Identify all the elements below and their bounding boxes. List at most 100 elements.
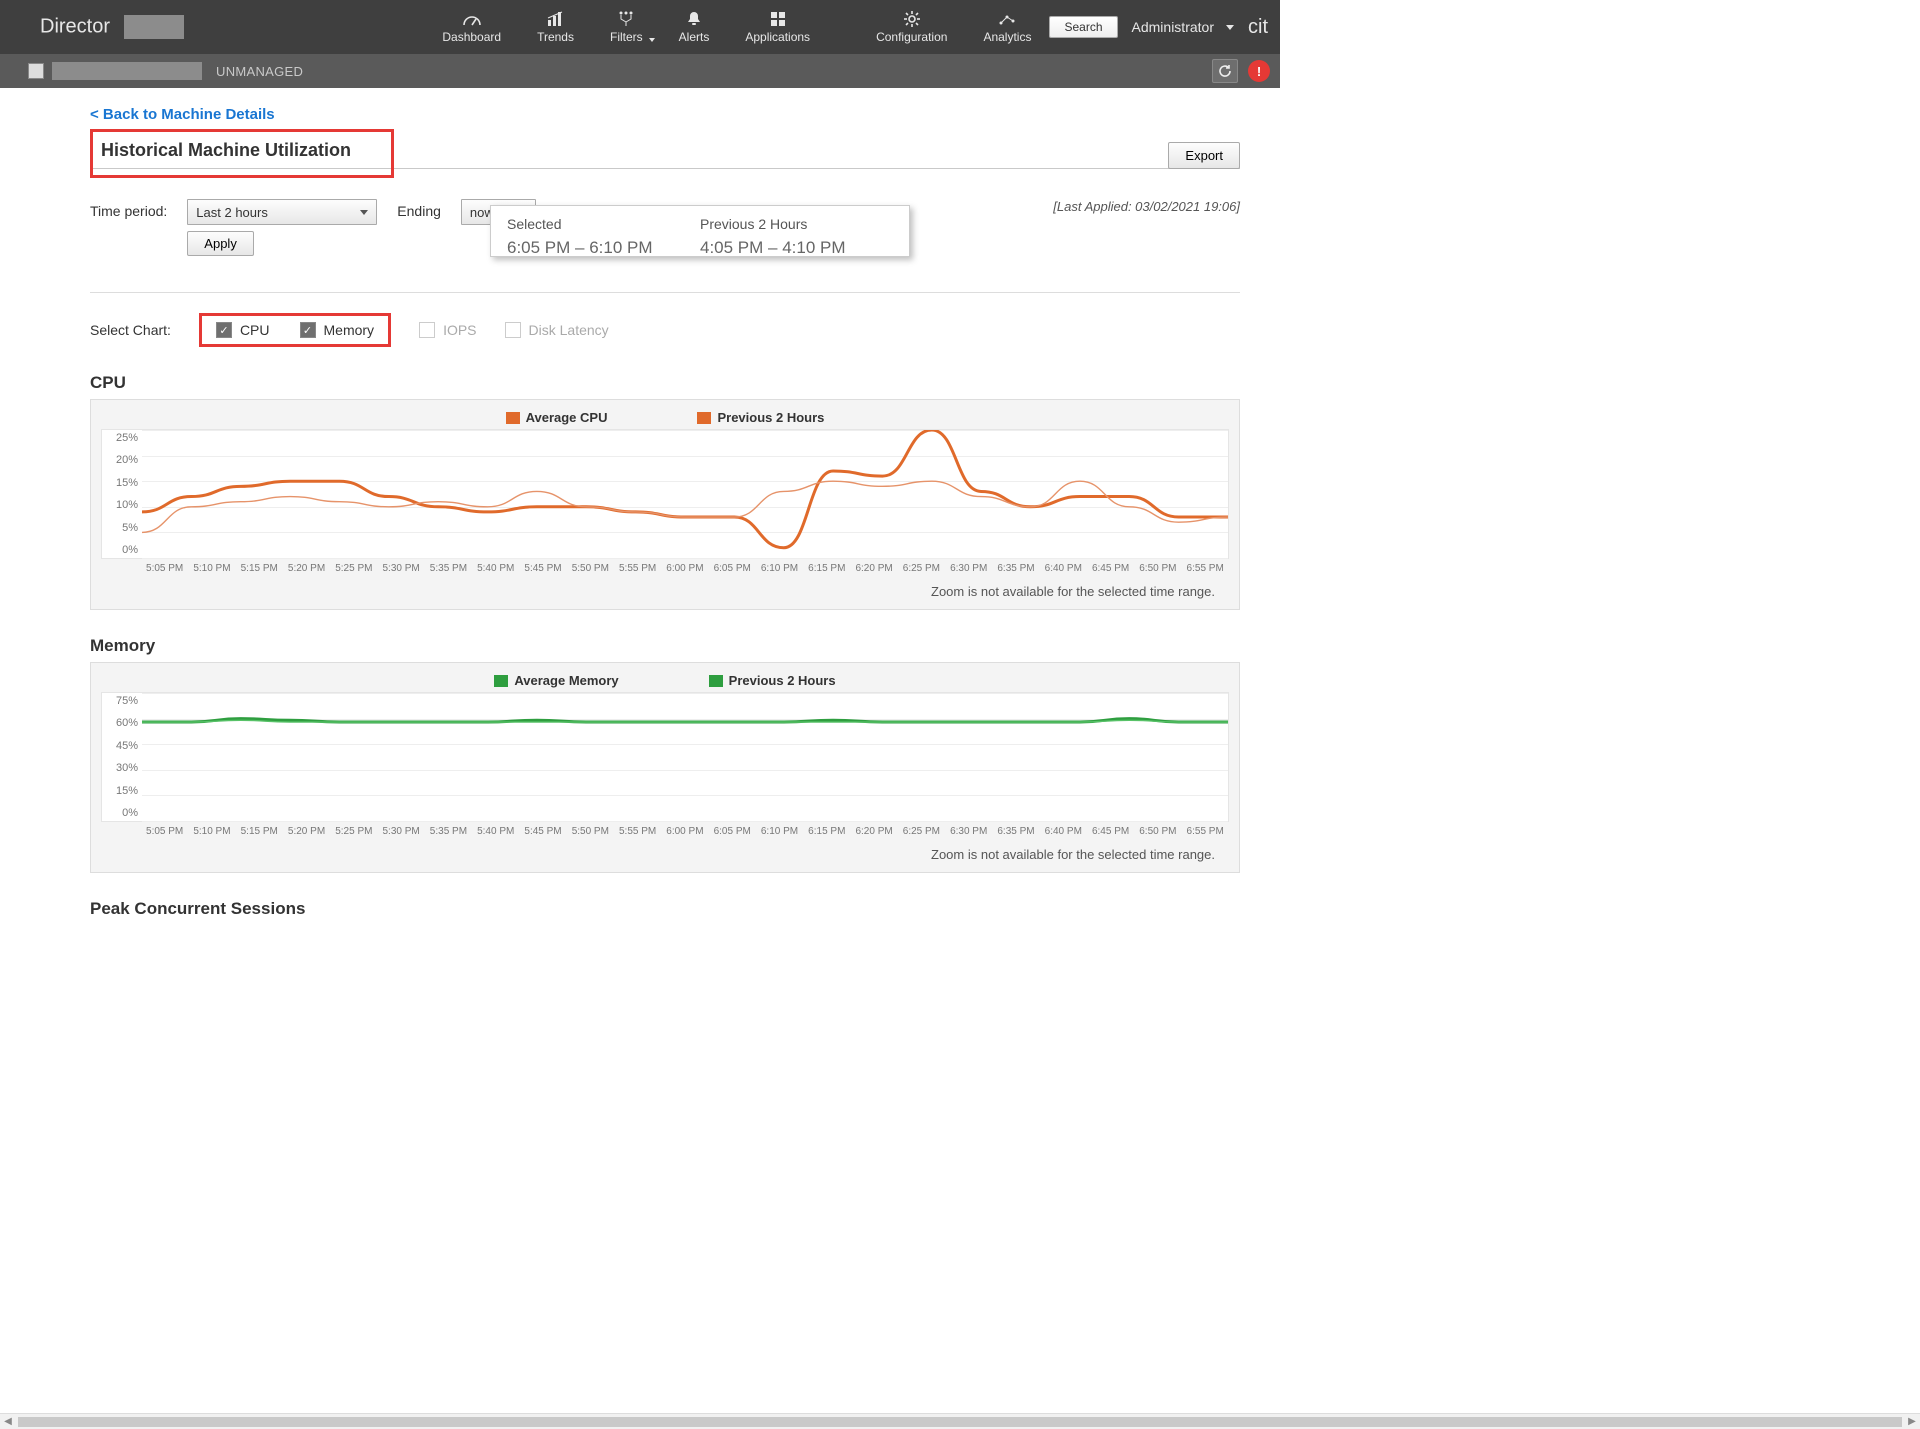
checkbox-checked-icon: ✓ bbox=[216, 322, 232, 338]
memory-plot[interactable] bbox=[142, 693, 1228, 821]
legend-avg-cpu: Average CPU bbox=[506, 410, 608, 425]
divider bbox=[90, 292, 1240, 293]
memory-plot-wrap: 75%60%45%30%15%0% bbox=[101, 692, 1229, 822]
page-title: Historical Machine Utilization bbox=[101, 140, 351, 161]
sessions-section: Peak Concurrent Sessions bbox=[90, 899, 1240, 919]
brand: Director bbox=[0, 15, 204, 39]
nav-label: Alerts bbox=[679, 30, 710, 44]
cpu-section: CPU Average CPU Previous 2 Hours 25%20%1… bbox=[90, 373, 1240, 610]
nav-alerts[interactable]: Alerts bbox=[661, 4, 728, 50]
legend-prev-mem: Previous 2 Hours bbox=[709, 673, 836, 688]
cpu-zoom-note: Zoom is not available for the selected t… bbox=[101, 574, 1229, 601]
nav-dashboard[interactable]: Dashboard bbox=[424, 4, 519, 50]
nav-label: Configuration bbox=[876, 30, 947, 44]
admin-menu[interactable]: Administrator bbox=[1132, 19, 1234, 35]
memory-legend: Average Memory Previous 2 Hours bbox=[101, 673, 1229, 688]
grid-icon bbox=[770, 10, 786, 28]
filter-row: Time period: Last 2 hours Apply Ending n… bbox=[90, 199, 1240, 256]
cpu-x-axis: 5:05 PM5:10 PM5:15 PM5:20 PM5:25 PM5:30 … bbox=[101, 559, 1229, 574]
chk-cpu[interactable]: ✓ CPU bbox=[216, 322, 270, 338]
tooltip-selected-label: Selected bbox=[507, 216, 700, 232]
sessions-title: Peak Concurrent Sessions bbox=[90, 899, 1240, 919]
legend-label: Previous 2 Hours bbox=[717, 410, 824, 425]
bell-icon bbox=[687, 10, 701, 28]
nav-label: Analytics bbox=[983, 30, 1031, 44]
tooltip-selected-value: 6:05 PM – 6:10 PM bbox=[507, 238, 700, 257]
apply-button[interactable]: Apply bbox=[187, 231, 254, 256]
chk-disk-latency-label: Disk Latency bbox=[529, 322, 609, 338]
time-tooltip: Selected 6:05 PM – 6:10 PM Previous 2 Ho… bbox=[490, 205, 910, 257]
last-applied: [Last Applied: 03/02/2021 19:06] bbox=[1053, 199, 1240, 214]
cpu-title: CPU bbox=[90, 373, 1240, 393]
back-link[interactable]: < Back to Machine Details bbox=[90, 106, 275, 123]
ending-label: Ending bbox=[397, 199, 441, 219]
select-chart-highlight: ✓ CPU ✓Memory bbox=[199, 313, 391, 347]
legend-prev-cpu: Previous 2 Hours bbox=[697, 410, 824, 425]
select-chart-label: Select Chart: bbox=[90, 322, 171, 338]
horizontal-scrollbar[interactable]: ◀ ▶ bbox=[0, 1413, 1920, 1429]
nav-label: Applications bbox=[745, 30, 810, 44]
memory-chart-box: Average Memory Previous 2 Hours 75%60%45… bbox=[90, 662, 1240, 873]
search-button[interactable]: Search bbox=[1049, 16, 1117, 38]
chk-iops: ✓IOPS bbox=[419, 322, 476, 338]
refresh-icon bbox=[1218, 64, 1232, 78]
gauge-icon bbox=[462, 10, 482, 28]
memory-zoom-note: Zoom is not available for the selected t… bbox=[101, 837, 1229, 864]
chk-disk-latency: ✓ Disk Latency bbox=[505, 322, 609, 338]
alert-badge[interactable]: ! bbox=[1248, 60, 1270, 82]
analytics-icon bbox=[998, 10, 1016, 28]
refresh-button[interactable] bbox=[1212, 59, 1238, 83]
topbar: Director Dashboard Trends Filters Alerts… bbox=[0, 0, 1280, 54]
subbar: UNMANAGED ! bbox=[0, 54, 1280, 88]
cpu-y-axis: 25%20%15%10%5%0% bbox=[102, 430, 142, 558]
caret-down-icon bbox=[649, 38, 655, 42]
filter-icon bbox=[618, 10, 634, 28]
admin-label: Administrator bbox=[1132, 19, 1214, 35]
nav-analytics[interactable]: Analytics bbox=[965, 4, 1049, 50]
cpu-plot-wrap: 25%20%15%10%5%0% bbox=[101, 429, 1229, 559]
cpu-chart-box: Average CPU Previous 2 Hours 25%20%15%10… bbox=[90, 399, 1240, 610]
time-period-dropdown[interactable]: Last 2 hours bbox=[187, 199, 377, 225]
content: < Back to Machine Details Historical Mac… bbox=[0, 88, 1280, 965]
cpu-legend: Average CPU Previous 2 Hours bbox=[101, 410, 1229, 425]
chk-iops-label: IOPS bbox=[443, 322, 476, 338]
scroll-track[interactable] bbox=[18, 1417, 1902, 1427]
checkbox-checked-icon: ✓ bbox=[300, 322, 316, 338]
checkbox-icon: ✓ bbox=[505, 322, 521, 338]
nav-configuration[interactable]: Configuration bbox=[858, 4, 965, 50]
swatch-icon bbox=[709, 675, 723, 687]
scroll-right-icon[interactable]: ▶ bbox=[1904, 1414, 1920, 1429]
nav-applications[interactable]: Applications bbox=[727, 4, 828, 50]
machine-name-redacted bbox=[52, 62, 202, 80]
scroll-left-icon[interactable]: ◀ bbox=[0, 1414, 16, 1429]
swatch-icon bbox=[494, 675, 508, 687]
tooltip-previous-label: Previous 2 Hours bbox=[700, 216, 893, 232]
nav-items: Dashboard Trends Filters Alerts Applicat… bbox=[424, 4, 1049, 50]
swatch-icon bbox=[697, 412, 711, 424]
time-period-label: Time period: bbox=[90, 199, 167, 219]
nav-label: Trends bbox=[537, 30, 574, 44]
nav-label: Filters bbox=[610, 30, 643, 44]
swatch-icon bbox=[506, 412, 520, 424]
memory-title: Memory bbox=[90, 636, 1240, 656]
legend-label: Average CPU bbox=[526, 410, 608, 425]
export-button[interactable]: Export bbox=[1168, 142, 1240, 169]
memory-y-axis: 75%60%45%30%15%0% bbox=[102, 693, 142, 821]
chk-cpu-label: CPU bbox=[240, 322, 270, 338]
memory-x-axis: 5:05 PM5:10 PM5:15 PM5:20 PM5:25 PM5:30 … bbox=[101, 822, 1229, 837]
cpu-plot[interactable] bbox=[142, 430, 1228, 558]
memory-section: Memory Average Memory Previous 2 Hours 7… bbox=[90, 636, 1240, 873]
caret-down-icon bbox=[360, 210, 368, 215]
caret-down-icon bbox=[1226, 25, 1234, 30]
nav-trends[interactable]: Trends bbox=[519, 4, 592, 50]
legend-avg-mem: Average Memory bbox=[494, 673, 618, 688]
chk-memory[interactable]: ✓Memory bbox=[300, 322, 375, 338]
bars-up-icon bbox=[547, 10, 565, 28]
nav-right: Search Administrator cit bbox=[1049, 16, 1280, 39]
brand-text: Director bbox=[40, 15, 110, 37]
page-title-highlight: Historical Machine Utilization bbox=[90, 129, 394, 178]
nav-filters[interactable]: Filters bbox=[592, 4, 661, 50]
select-chart-row: Select Chart: ✓CPU ✓Memory ✓IOPS ✓Disk L… bbox=[90, 313, 1240, 347]
vendor-logo-text: cit bbox=[1248, 16, 1266, 39]
tooltip-previous-value: 4:05 PM – 4:10 PM bbox=[700, 238, 893, 257]
